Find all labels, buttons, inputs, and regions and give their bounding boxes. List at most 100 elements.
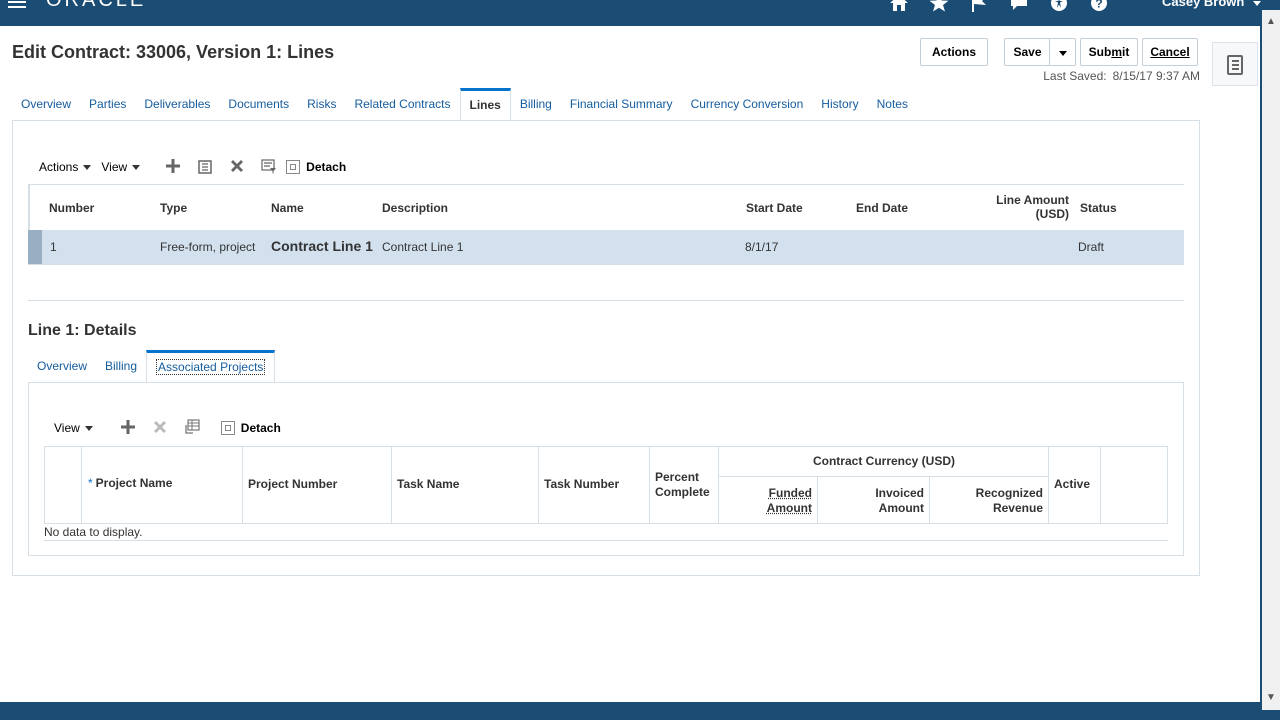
col-line-amount-unit: (USD) [1035,207,1069,221]
submit-label-part: Sub [1088,45,1112,59]
tab-documents[interactable]: Documents [219,88,298,120]
tab-risks[interactable]: Risks [298,88,345,120]
star-icon[interactable] [928,0,950,14]
cell-status: Draft [1078,240,1105,254]
tab-overview[interactable]: Overview [12,88,80,120]
detach-icon [220,421,235,435]
menu-icon[interactable] [8,0,26,8]
lines-table-header: Number Type Name Description Start Date … [28,184,1184,230]
col-recognized-label: Revenue [992,501,1043,515]
tab-deliverables[interactable]: Deliverables [135,88,219,120]
cancel-label-part: ancel [1158,45,1190,59]
cancel-button[interactable]: Cancel [1142,38,1198,66]
col-project-name-label: Project Name [95,476,173,490]
col-funded-label: Amount [766,501,812,515]
line-details-title: Line 1: Details [28,322,137,339]
lines-actions-menu[interactable]: Actions [39,160,92,174]
oracle-logo: ORACLE [46,0,147,11]
projects-toolbar: View Detach [54,419,291,437]
col-project-number[interactable]: Project Number [243,447,392,523]
lines-toolbar: Actions View Detach [39,158,356,176]
user-name-label: Casey Brown [1162,0,1245,9]
projects-view-menu[interactable]: View [54,421,93,435]
tab-parties[interactable]: Parties [80,88,135,120]
subtab-associated-projects-label: Associated Projects [156,359,266,375]
svg-text:?: ? [1095,0,1102,11]
subtab-billing[interactable]: Billing [96,350,146,382]
tab-related-contracts[interactable]: Related Contracts [345,88,459,120]
flag-icon[interactable] [968,0,990,14]
col-name[interactable]: Name [271,201,304,215]
add-icon[interactable] [119,419,137,437]
save-button[interactable]: Save [1004,38,1050,66]
tab-financial-summary[interactable]: Financial Summary [561,88,682,120]
home-icon[interactable] [888,0,910,14]
actions-button[interactable]: Actions [920,38,988,66]
col-status[interactable]: Status [1080,201,1117,215]
last-saved: Last Saved: 8/15/17 9:37 AM [1000,69,1200,83]
last-saved-label: Last Saved: [1043,69,1107,83]
side-panel-toggle[interactable] [1212,42,1258,86]
delete-icon[interactable] [151,419,169,437]
col-invoiced-label: Amount [878,501,924,515]
save-menu-button[interactable] [1049,38,1076,66]
col-invoiced-amount[interactable]: Invoiced Amount [818,477,930,523]
chevron-down-icon [83,164,92,170]
cell-name-link[interactable]: Contract Line 1 [271,238,373,254]
chat-icon[interactable] [1008,0,1030,14]
document-icon [1227,55,1243,75]
submit-label-accesskey: m [1111,45,1122,59]
col-line-amount[interactable]: Line Amount (USD) [967,193,1069,221]
table-row[interactable]: 1 Free-form, project Contract Line 1 Con… [28,230,1184,264]
lines-detach-button[interactable]: Detach [286,160,346,174]
duplicate-icon[interactable] [196,158,214,176]
submit-button[interactable]: Submit [1080,38,1138,66]
col-description[interactable]: Description [382,201,448,215]
col-project-name[interactable]: * Project Name [82,447,243,523]
col-recognized-label: Recognized [975,486,1043,500]
col-funded-amount[interactable]: Funded Amount [719,477,818,523]
col-task-number[interactable]: Task Number [539,447,650,523]
cell-type: Free-form, project [160,240,256,254]
delete-icon[interactable] [228,158,246,176]
freeze-icon[interactable] [183,419,201,437]
col-active[interactable]: Active [1049,447,1101,523]
row-selector-header [45,447,82,523]
vertical-scrollbar[interactable]: ▲ ▼ [1262,10,1280,710]
footer-bar [0,702,1262,720]
row-selector[interactable] [28,230,42,264]
tab-history[interactable]: History [812,88,867,120]
help-icon[interactable]: ? [1088,0,1110,14]
col-percent-complete[interactable]: Percent Complete [650,447,719,523]
lines-view-menu[interactable]: View [101,160,141,174]
required-indicator: * [88,476,93,490]
col-task-number-label: Task Number [544,477,620,491]
cell-start-date: 8/1/17 [745,240,779,254]
page-title: Edit Contract: 33006, Version 1: Lines [12,42,335,62]
tab-billing[interactable]: Billing [511,88,561,120]
subtab-associated-projects[interactable]: Associated Projects [146,350,276,383]
detach-icon [286,160,301,174]
col-type[interactable]: Type [160,201,187,215]
col-funded-label: Funded [768,486,812,500]
table-footer-line [28,264,1184,268]
tab-currency-conversion[interactable]: Currency Conversion [682,88,813,120]
add-icon[interactable] [164,158,182,176]
col-end-date[interactable]: End Date [856,201,908,215]
col-task-name[interactable]: Task Name [392,447,539,523]
query-by-example-icon[interactable] [260,158,278,176]
col-start-date[interactable]: Start Date [746,201,803,215]
col-recognized-revenue[interactable]: Recognized Revenue [930,477,1049,523]
col-task-name-label: Task Name [397,477,460,491]
scroll-down-icon[interactable]: ▼ [1262,690,1280,706]
col-number[interactable]: Number [49,201,94,215]
user-menu[interactable]: Casey Brown [1162,0,1261,9]
col-project-number-label: Project Number [248,477,338,491]
tab-notes[interactable]: Notes [868,88,917,120]
tab-lines[interactable]: Lines [459,88,511,121]
chevron-down-icon [132,164,141,170]
projects-detach-button[interactable]: Detach [220,421,281,435]
accessibility-icon[interactable] [1048,0,1070,14]
scroll-up-icon[interactable]: ▲ [1262,14,1280,30]
subtab-overview[interactable]: Overview [28,350,96,382]
